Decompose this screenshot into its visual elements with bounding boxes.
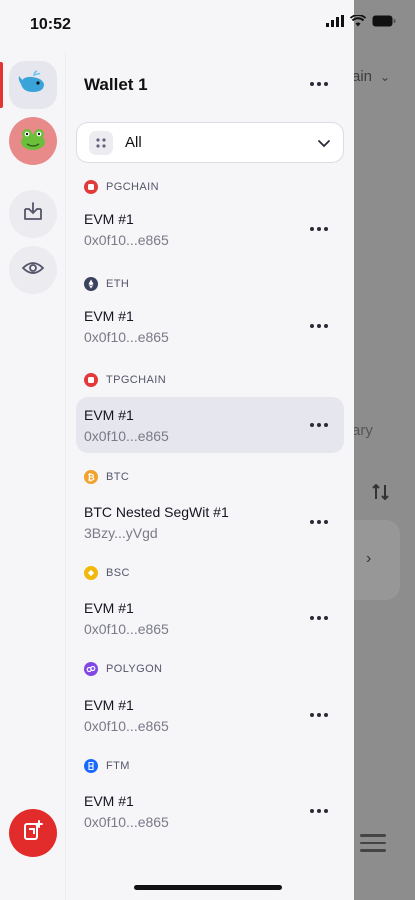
frog-avatar-icon [18,126,48,157]
network-name: POLYGON [106,663,163,675]
more-dots-icon [310,324,328,328]
wallet-more-button[interactable] [306,72,332,96]
network-name: BTC [106,471,130,483]
import-wallet-button[interactable] [9,190,57,238]
account-row[interactable]: BTC Nested SegWit #1 3Bzy...yVgd [76,494,344,550]
wallet-rail [0,0,66,900]
account-more-button[interactable] [306,608,332,628]
status-time: 10:52 [30,16,71,33]
account-row[interactable]: EVM #1 0x0f10...e865 [76,298,344,354]
account-name: BTC Nested SegWit #1 [84,504,229,520]
signal-icon [326,14,344,32]
network-name: BSC [106,567,130,579]
account-name: EVM #1 [84,600,134,616]
account-address: 3Bzy...yVgd [84,525,158,541]
add-wallet-icon [21,819,45,848]
account-address: 0x0f10...e865 [84,329,169,345]
network-name: TPGCHAIN [106,374,167,386]
more-dots-icon [310,520,328,524]
watch-only-button[interactable] [9,246,57,294]
network-name: FTM [106,760,130,772]
account-more-button[interactable] [306,415,332,435]
account-address: 0x0f10...e865 [84,428,169,444]
network-header: TPGCHAIN [84,373,166,387]
network-header: PGCHAIN [84,180,159,194]
account-more-button[interactable] [306,219,332,239]
account-more-button[interactable] [306,801,332,821]
account-address: 0x0f10...e865 [84,621,169,637]
more-dots-icon [310,82,328,86]
battery-icon [372,14,396,32]
add-wallet-button[interactable] [9,809,57,857]
polygon-logo-icon [84,662,98,676]
account-address: 0x0f10...e865 [84,718,169,734]
home-indicator[interactable] [134,885,282,890]
network-logo-icon [84,180,98,194]
status-icons [326,14,396,32]
network-header: FTM [84,759,130,773]
more-dots-icon [310,809,328,813]
account-row[interactable]: EVM #1 0x0f10...e865 [76,201,344,257]
network-header: POLYGON [84,662,162,676]
network-logo-icon [84,373,98,387]
svg-text:₿: ₿ [87,473,94,484]
wallet-1-avatar-button[interactable] [9,61,57,109]
bsc-logo-icon [84,566,98,580]
ftm-logo-icon [84,759,98,773]
background-chain-selector: ain ⌄ [352,68,391,85]
more-dots-icon [310,423,328,427]
network-header: BSC [84,566,130,580]
network-name: ETH [106,278,130,290]
background-card: › [354,520,400,600]
network-filter-select[interactable]: All [76,122,344,163]
account-address: 0x0f10...e865 [84,232,169,248]
account-name: EVM #1 [84,793,134,809]
more-dots-icon [310,713,328,717]
network-name: PGCHAIN [106,181,159,193]
account-name: EVM #1 [84,407,134,423]
more-dots-icon [310,616,328,620]
btc-logo-icon: ₿ [84,470,98,484]
background-menu-icon [360,834,386,857]
import-icon [22,201,44,227]
network-filter-value: All [125,134,142,151]
account-name: EVM #1 [84,697,134,713]
eye-icon [21,260,45,281]
account-name: EVM #1 [84,308,134,324]
more-dots-icon [310,227,328,231]
account-row[interactable]: EVM #1 0x0f10...e865 [76,783,344,839]
chevron-right-icon: › [366,550,372,567]
eth-logo-icon [84,277,98,291]
wifi-icon [349,14,367,32]
wallet-title: Wallet 1 [84,75,148,94]
account-more-button[interactable] [306,316,332,336]
account-address: 0x0f10...e865 [84,814,169,830]
account-name: EVM #1 [84,211,134,227]
network-header: ₿ BTC [84,470,129,484]
account-row[interactable]: EVM #1 0x0f10...e865 [76,590,344,646]
active-wallet-indicator [0,62,3,108]
whale-avatar-icon [18,69,48,101]
account-panel: Wallet 1 All PGCHAIN EVM #1 0x0f10...e86… [66,52,354,900]
status-bar: 10:52 [0,0,354,52]
wallet-2-avatar-button[interactable] [9,117,57,165]
account-row[interactable]: EVM #1 0x0f10...e865 [76,687,344,743]
grid-icon [89,130,113,155]
account-more-button[interactable] [306,512,332,532]
background-tab-fragment: ary [352,422,373,439]
chevron-down-icon [317,136,331,154]
background-page-overlay[interactable] [354,0,415,900]
account-row-selected[interactable]: EVM #1 0x0f10...e865 [76,397,344,453]
account-more-button[interactable] [306,705,332,725]
background-sort-icon [372,483,390,505]
network-header: ETH [84,277,129,291]
